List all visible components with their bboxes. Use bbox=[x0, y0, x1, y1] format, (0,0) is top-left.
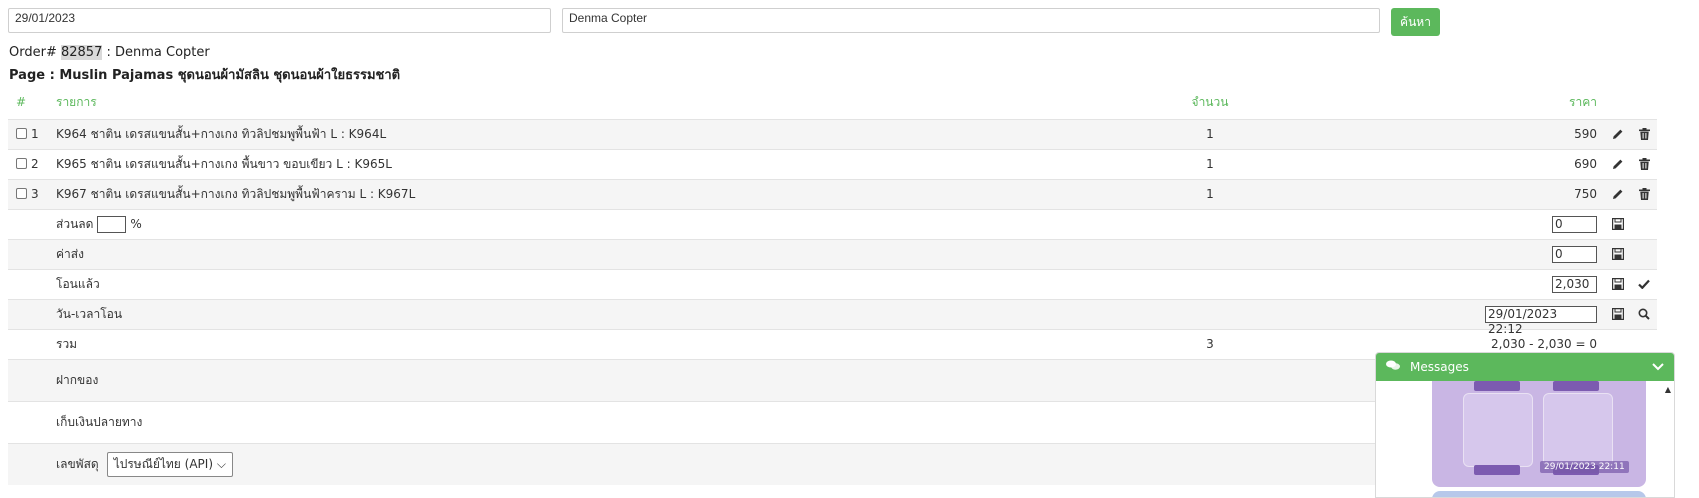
order-number: 82857 bbox=[60, 45, 103, 60]
save-icon[interactable] bbox=[1605, 208, 1631, 239]
order-label: Order# bbox=[9, 45, 57, 60]
cod-label: เก็บเงินปลายทาง bbox=[48, 400, 1135, 443]
item-price: 690 bbox=[1285, 148, 1605, 179]
save-icon[interactable] bbox=[1605, 298, 1631, 329]
total-qty: 3 bbox=[1135, 328, 1285, 359]
search-bar: 29/01/2023 Denma Copter ค้นหา bbox=[0, 0, 1699, 46]
item-price: 750 bbox=[1285, 178, 1605, 209]
percent-sign: % bbox=[130, 216, 142, 231]
transfer-time-label: วัน-เวลาโอน bbox=[48, 298, 1135, 329]
deposit-label: ฝากของ bbox=[48, 358, 1135, 401]
customer-name-input[interactable]: Denma Copter bbox=[562, 8, 1380, 33]
messages-header[interactable]: Messages bbox=[1376, 353, 1674, 381]
header-price: ราคา bbox=[1569, 94, 1597, 109]
carrier-select[interactable]: ไปรษณีย์ไทย (API) ⌵ bbox=[106, 451, 233, 477]
table-row: 1 K964 ชาติน เดรสแขนสั้น+กางเกง ทิวลิปชม… bbox=[8, 118, 1657, 149]
search-icon[interactable] bbox=[1631, 298, 1657, 329]
discount-percent-input[interactable] bbox=[97, 215, 127, 233]
messages-title: Messages bbox=[1410, 360, 1469, 374]
check-icon[interactable] bbox=[1631, 268, 1657, 299]
trash-icon[interactable] bbox=[1631, 178, 1657, 209]
pencil-icon[interactable] bbox=[1605, 178, 1631, 209]
header-num: # bbox=[16, 95, 27, 110]
shipping-input[interactable]: 0 bbox=[1552, 245, 1597, 263]
discount-input[interactable]: 0 bbox=[1552, 215, 1597, 233]
clipped-label bbox=[560, 0, 720, 2]
transferred-label: โอนแล้ว bbox=[48, 268, 1135, 299]
item-qty: 1 bbox=[1135, 178, 1285, 209]
row-number: 3 bbox=[31, 187, 39, 201]
table-header: # รายการ จำนวน ราคา bbox=[8, 86, 1657, 119]
message-time: 29/01/2023 22:11 bbox=[1540, 461, 1629, 473]
pencil-icon[interactable] bbox=[1605, 118, 1631, 149]
date-input[interactable]: 29/01/2023 bbox=[8, 8, 551, 33]
discount-label: ส่วนลด bbox=[56, 216, 94, 231]
transfer-time-row: วัน-เวลาโอน 29/01/2023 22:12 bbox=[8, 298, 1657, 336]
row-number: 2 bbox=[31, 157, 39, 171]
chat-icon bbox=[1386, 360, 1400, 374]
item-name: K965 ชาติน เดรสแขนสั้น+กางเกง พื้นขาว ขอ… bbox=[48, 148, 1135, 179]
item-qty: 1 bbox=[1135, 118, 1285, 149]
shipping-row: ค่าส่ง 0 bbox=[8, 238, 1657, 269]
trash-icon[interactable] bbox=[1631, 148, 1657, 179]
header-qty: จำนวน bbox=[1191, 94, 1229, 109]
order-customer: : Denma Copter bbox=[106, 45, 210, 60]
transferred-row: โอนแล้ว 2,030 bbox=[8, 268, 1657, 299]
row-checkbox[interactable] bbox=[16, 128, 27, 139]
message-image[interactable] bbox=[1432, 491, 1646, 497]
page-title: Page : Muslin Pajamas ชุดนอนผ้ามัสลิน ชุ… bbox=[9, 68, 401, 83]
total-label: รวม bbox=[48, 328, 1135, 359]
chevron-down-icon: ⌵ bbox=[216, 456, 226, 471]
row-checkbox[interactable] bbox=[16, 158, 27, 169]
save-icon[interactable] bbox=[1605, 238, 1631, 269]
order-title: Order# 82857 : Denma Copter bbox=[9, 45, 210, 60]
search-button[interactable]: ค้นหา bbox=[1391, 8, 1440, 36]
transferred-input[interactable]: 2,030 bbox=[1552, 275, 1597, 293]
item-name: K964 ชาติน เดรสแขนสั้น+กางเกง ทิวลิปชมพู… bbox=[48, 118, 1135, 149]
discount-row: ส่วนลด% 0 bbox=[8, 208, 1657, 239]
trash-icon[interactable] bbox=[1631, 118, 1657, 149]
save-icon[interactable] bbox=[1605, 268, 1631, 299]
header-item: รายการ bbox=[56, 94, 97, 109]
shipping-label: ค่าส่ง bbox=[48, 238, 1135, 269]
messages-panel: Messages 29/01/2023 22:11 ▲ bbox=[1375, 352, 1675, 498]
row-number: 1 bbox=[31, 127, 39, 141]
chevron-down-icon[interactable] bbox=[1652, 360, 1664, 374]
message-image[interactable]: 29/01/2023 22:11 bbox=[1432, 381, 1646, 487]
tracking-label: เลขพัสดุ bbox=[56, 456, 99, 471]
table-row: 2 K965 ชาติน เดรสแขนสั้น+กางเกง พื้นขาว … bbox=[8, 148, 1657, 179]
item-name: K967 ชาติน เดรสแขนสั้น+กางเกง ทิวลิปชมพู… bbox=[48, 178, 1135, 209]
item-qty: 1 bbox=[1135, 148, 1285, 179]
transfer-time-input[interactable]: 29/01/2023 22:12 bbox=[1485, 305, 1597, 336]
messages-body: 29/01/2023 22:11 ▲ bbox=[1376, 381, 1674, 497]
scroll-up-icon[interactable]: ▲ bbox=[1665, 385, 1671, 394]
pencil-icon[interactable] bbox=[1605, 148, 1631, 179]
row-checkbox[interactable] bbox=[16, 188, 27, 199]
item-price: 590 bbox=[1285, 118, 1605, 149]
table-row: 3 K967 ชาติน เดรสแขนสั้น+กางเกง ทิวลิปชม… bbox=[8, 178, 1657, 209]
carrier-selected: ไปรษณีย์ไทย (API) bbox=[113, 456, 213, 471]
